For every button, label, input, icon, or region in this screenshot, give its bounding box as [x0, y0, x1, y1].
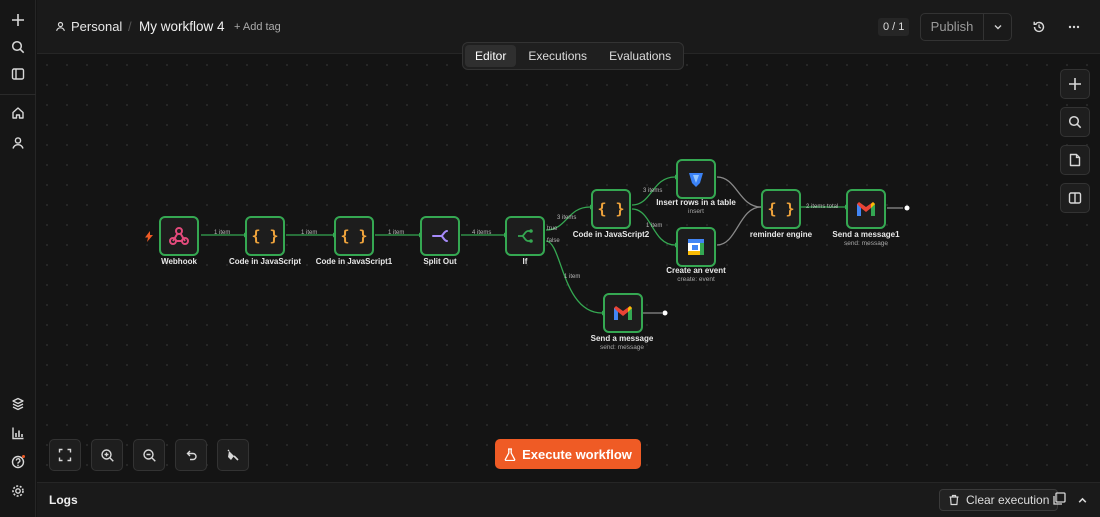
search-icon[interactable]: [7, 36, 29, 58]
fit-view-button[interactable]: [49, 439, 81, 471]
edge-label: 1 item: [301, 230, 318, 236]
execute-workflow-button[interactable]: Execute workflow: [495, 439, 641, 469]
edge-label: 1 item: [564, 274, 581, 280]
edge-label: 3 items: [643, 188, 663, 194]
workflow-name[interactable]: My workflow 4: [139, 19, 225, 34]
edge-label: 2 items total: [806, 204, 839, 210]
left-sidebar: [0, 0, 36, 517]
note-icon: [1069, 153, 1081, 167]
execute-label: Execute workflow: [522, 446, 632, 462]
fit-view-icon: [58, 448, 72, 462]
node-label: Send a message: [590, 334, 654, 343]
branch-icon: [518, 229, 533, 243]
node-sublabel: create: event: [677, 276, 715, 283]
sidebar-toggle-icon[interactable]: [7, 63, 29, 85]
node-label: Send a message1: [832, 230, 900, 239]
broom-icon: [227, 449, 239, 461]
search-nodes-button[interactable]: [1060, 107, 1090, 137]
node-send-a-message[interactable]: [603, 293, 643, 333]
code-braces-icon: { }: [340, 227, 368, 245]
app-root: Personal / My workflow 4 + Add tag 0 / 1…: [0, 0, 1100, 517]
webhook-icon: [169, 227, 189, 245]
edge-label: 1 item: [214, 230, 231, 236]
node-label: Code in JavaScript2: [572, 230, 650, 239]
chevron-down-icon[interactable]: [984, 14, 1011, 40]
zoom-in-icon: [100, 448, 114, 462]
user-icon[interactable]: [7, 132, 29, 154]
add-tag-link[interactable]: + Add tag: [234, 21, 281, 33]
zoom-out-icon: [142, 448, 156, 462]
node-insert-rows[interactable]: [676, 159, 716, 199]
user-icon: [56, 21, 65, 32]
trash-icon: [949, 494, 959, 506]
breadcrumb-separator: /: [128, 19, 132, 34]
node-sublabel: insert: [688, 208, 704, 215]
connections-layer: [201, 174, 910, 316]
gmail-icon: [857, 202, 875, 216]
gmail-icon: [614, 306, 632, 320]
zoom-out-button[interactable]: [133, 439, 165, 471]
edge-label: 1 item: [388, 230, 405, 236]
clear-execution-button[interactable]: Clear execution: [939, 489, 1059, 511]
edge-label: 1 item: [646, 223, 663, 229]
publish-button[interactable]: Publish: [921, 14, 984, 40]
node-webhook[interactable]: [159, 216, 199, 256]
help-icon[interactable]: [7, 451, 29, 473]
edge-label: 4 items: [472, 230, 492, 236]
node-send-a-message1[interactable]: [846, 189, 886, 229]
node-code-in-javascript[interactable]: { }: [245, 216, 285, 256]
plus-icon[interactable]: [7, 9, 29, 31]
node-reminder-engine[interactable]: { }: [761, 189, 801, 229]
flask-icon: [504, 447, 516, 461]
code-braces-icon: { }: [767, 200, 795, 218]
edge-label: 3 items: [557, 215, 577, 221]
code-braces-icon: { }: [251, 227, 279, 245]
clear-execution-label: Clear execution: [966, 493, 1050, 507]
calendar-icon: [688, 239, 704, 255]
chevron-up-icon[interactable]: [1077, 493, 1088, 511]
version-counter: 0 / 1: [878, 18, 910, 36]
split-arrows-icon: [432, 230, 448, 242]
plus-icon: [1069, 78, 1081, 90]
history-icon[interactable]: [1032, 20, 1046, 39]
code-braces-icon: { }: [597, 200, 625, 218]
insights-icon[interactable]: [7, 422, 29, 444]
logs-panel[interactable]: Logs Clear execution: [37, 482, 1100, 517]
breadcrumb[interactable]: Personal: [55, 19, 122, 34]
panel-icon: [1068, 192, 1082, 204]
more-options-icon[interactable]: [1067, 20, 1081, 39]
node-label: If: [522, 257, 528, 266]
open-logs-icon[interactable]: [1053, 492, 1066, 510]
undo-button[interactable]: [175, 439, 207, 471]
workflow-canvas[interactable]: Editor Executions Evaluations Webhook {…: [37, 42, 1100, 482]
node-sublabel: send: message: [843, 240, 889, 247]
node-code-in-javascript1[interactable]: { }: [334, 216, 374, 256]
settings-gear-icon[interactable]: [7, 480, 29, 502]
node-sublabel: send: message: [599, 344, 645, 351]
templates-icon[interactable]: [7, 393, 29, 415]
search-icon: [1068, 115, 1082, 129]
logs-title: Logs: [49, 493, 78, 507]
node-label: Insert rows in a table: [656, 198, 736, 207]
tidy-up-button[interactable]: [217, 439, 249, 471]
node-if[interactable]: [505, 216, 545, 256]
publish-group: Publish: [920, 13, 1012, 41]
node-create-event[interactable]: [676, 227, 716, 267]
sticky-note-button[interactable]: [1060, 145, 1090, 175]
node-label: Create an event: [666, 266, 726, 275]
sidebar-divider: [0, 94, 36, 95]
undo-icon: [186, 450, 197, 461]
node-code-in-javascript2[interactable]: { }: [591, 189, 631, 229]
zoom-in-button[interactable]: [91, 439, 123, 471]
node-split-out[interactable]: [420, 216, 460, 256]
add-node-button[interactable]: [1060, 69, 1090, 99]
database-icon: [689, 173, 703, 187]
trigger-bolt-icon: [145, 229, 153, 247]
toggle-panel-button[interactable]: [1060, 183, 1090, 213]
project-name[interactable]: Personal: [71, 19, 122, 34]
home-icon[interactable]: [7, 102, 29, 124]
